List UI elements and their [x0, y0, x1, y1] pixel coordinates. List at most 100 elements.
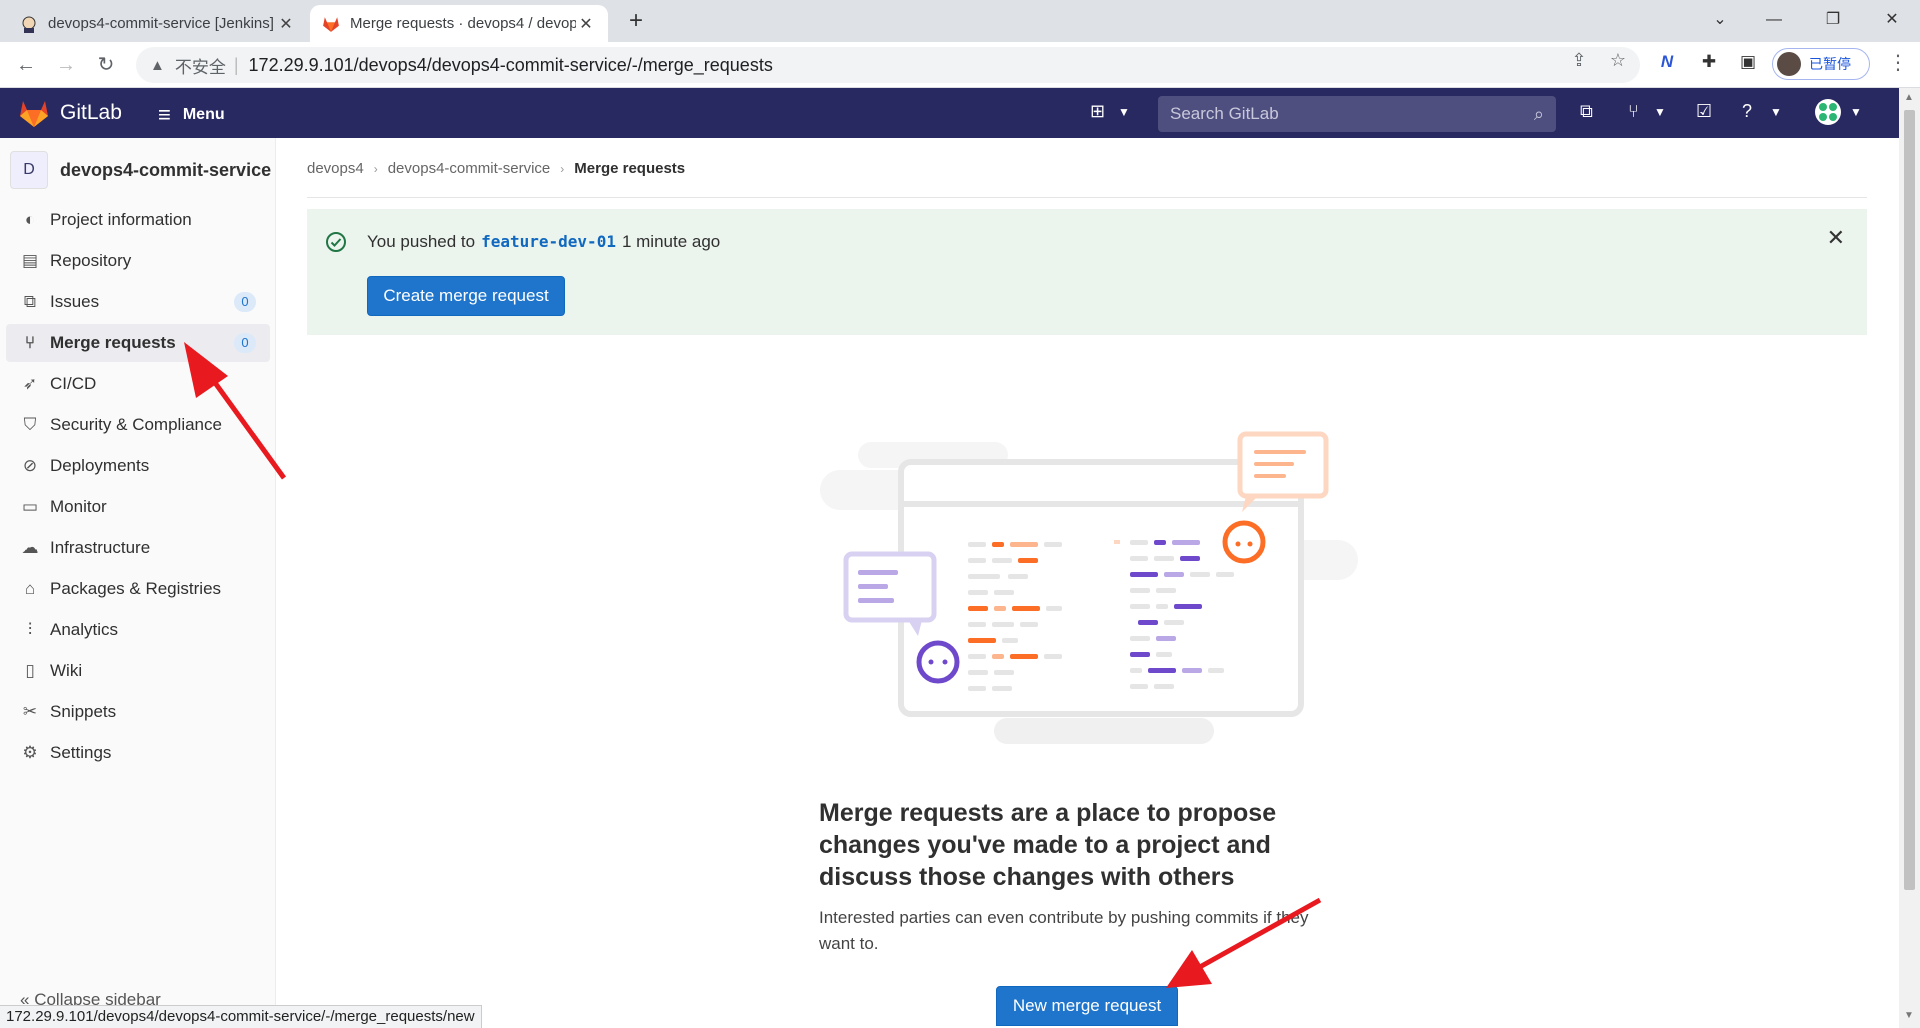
gitlab-logo-icon[interactable]: [18, 98, 50, 128]
close-tab-icon[interactable]: ✕: [276, 14, 296, 34]
close-tab-icon[interactable]: ✕: [576, 14, 596, 34]
sidebar-item-packages-registries[interactable]: ⌂ Packages & Registries: [6, 570, 270, 608]
check-circle-icon: [326, 232, 346, 252]
push-notification-alert: You pushed to feature-dev-01 1 minute ag…: [307, 209, 1867, 335]
create-merge-request-button[interactable]: Create merge request: [367, 276, 565, 316]
search-icon: ⌕: [1533, 103, 1544, 124]
sidebar-item-deployments[interactable]: ⊘ Deployments: [6, 447, 270, 485]
sidebar-item-merge-requests[interactable]: ⑂ Merge requests 0: [6, 324, 270, 362]
sidebar-item-repository[interactable]: ▤ Repository: [6, 242, 270, 280]
search-input[interactable]: Search GitLab ⌕: [1158, 96, 1556, 132]
help-icon[interactable]: ?: [1742, 101, 1752, 122]
sidebar-item-settings[interactable]: ⚙ Settings: [6, 734, 270, 772]
forward-icon[interactable]: →: [52, 51, 80, 79]
gitlab-favicon-icon: [322, 15, 340, 33]
scroll-down-icon[interactable]: ▼: [1904, 1010, 1914, 1021]
scrollbar-thumb[interactable]: [1904, 110, 1915, 890]
scroll-up-icon[interactable]: ▲: [1904, 92, 1914, 103]
monitor-icon: ▭: [21, 497, 39, 516]
window-close-icon[interactable]: ✕: [1872, 6, 1912, 34]
scissors-icon: ✂: [22, 702, 38, 721]
hamburger-icon: ≡: [158, 102, 171, 127]
breadcrumb-link-project[interactable]: devops4-commit-service: [388, 160, 551, 177]
sidebar-item-analytics[interactable]: ⫶ Analytics: [6, 611, 270, 649]
omnibox-separator: |: [233, 54, 239, 75]
shield-icon: ⛉: [23, 415, 37, 434]
cloud-gear-icon: ☁: [21, 538, 39, 557]
breadcrumb: devops4 › devops4-commit-service › Merge…: [307, 160, 685, 177]
count-badge: 0: [234, 333, 256, 353]
book-icon: ▯: [25, 661, 35, 680]
address-bar[interactable]: ▲ 不安全 | 172.29.9.101/devops4/devops4-com…: [136, 47, 1640, 83]
project-icon: ◐: [24, 210, 36, 229]
extensions-puzzle-icon[interactable]: ✚: [1696, 52, 1722, 72]
jenkins-favicon-icon: [20, 15, 38, 33]
empty-state-description: Interested parties can even contribute b…: [819, 908, 1309, 953]
issues-icon[interactable]: ⧉: [1580, 101, 1593, 122]
empty-state-title: Merge requests are a place to propose ch…: [819, 799, 1277, 891]
sidebar-item-security-compliance[interactable]: ⛉ Security & Compliance: [6, 406, 270, 444]
breadcrumb-current[interactable]: Merge requests: [574, 160, 685, 177]
project-sidebar: D devops4-commit-service ◐ Project infor…: [0, 138, 276, 1028]
share-icon[interactable]: ⇪: [1565, 50, 1593, 71]
merge-request-icon: ⑂: [24, 333, 36, 352]
profile-button[interactable]: 已暂停: [1772, 48, 1870, 80]
chevron-down-icon[interactable]: ▼: [1770, 105, 1782, 119]
breadcrumb-link-group[interactable]: devops4: [307, 160, 364, 177]
restore-icon[interactable]: ❐: [1813, 6, 1853, 34]
avatar: [1777, 52, 1801, 76]
warning-icon: ▲: [150, 56, 165, 74]
menu-button[interactable]: ≡ Menu: [158, 102, 225, 128]
gear-icon: ⚙: [22, 743, 38, 762]
sidebar-item-issues[interactable]: ⧉ Issues 0: [6, 283, 270, 321]
issues-icon: ⧉: [23, 292, 37, 311]
todo-icon[interactable]: ☑: [1696, 101, 1712, 122]
minimize-icon[interactable]: —: [1754, 6, 1794, 34]
divider: [307, 197, 1867, 198]
chevron-down-icon[interactable]: ▼: [1654, 105, 1666, 119]
browser-tab-merge-requests[interactable]: Merge requests · devops4 / devops4-commi…: [310, 5, 608, 42]
extension-n-icon[interactable]: N: [1654, 52, 1680, 72]
reload-icon[interactable]: ↻: [92, 51, 120, 79]
project-header[interactable]: D devops4-commit-service: [10, 150, 271, 190]
browser-tabstrip: devops4-commit-service [Jenkins] ✕ Merge…: [0, 0, 1920, 42]
browser-menu-icon[interactable]: ⋮: [1888, 50, 1908, 75]
chevron-right-icon: ›: [560, 161, 565, 176]
back-icon[interactable]: ←: [12, 51, 40, 79]
bookmark-star-icon[interactable]: ☆: [1604, 50, 1632, 71]
sidebar-item-infrastructure[interactable]: ☁ Infrastructure: [6, 529, 270, 567]
sidebar-item-monitor[interactable]: ▭ Monitor: [6, 488, 270, 526]
count-badge: 0: [234, 292, 256, 312]
chart-icon: ⫶: [27, 620, 33, 639]
project-avatar: D: [10, 151, 48, 189]
push-message: You pushed to feature-dev-01 1 minute ag…: [367, 232, 721, 251]
close-icon[interactable]: ✕: [1827, 225, 1845, 251]
chevron-down-icon[interactable]: ▼: [1118, 105, 1130, 119]
plus-icon[interactable]: +: [622, 8, 650, 36]
gitlab-header: GitLab ≡ Menu ⊞ ▼ Search GitLab ⌕ ⧉ ⑂ ▼ …: [0, 88, 1899, 138]
sidebar-item-snippets[interactable]: ✂ Snippets: [6, 693, 270, 731]
doc-icon: ▤: [21, 251, 39, 270]
deployments-icon: ⊘: [22, 456, 38, 475]
link-status-bar: 172.29.9.101/devops4/devops4-commit-serv…: [0, 1005, 482, 1028]
sidebar-item-project-information[interactable]: ◐ Project information: [6, 201, 270, 239]
tab-search-chevron-icon[interactable]: ⌄: [1700, 6, 1740, 34]
project-name: devops4-commit-service: [60, 159, 272, 180]
user-avatar-icon[interactable]: [1814, 98, 1842, 131]
new-item-icon[interactable]: ⊞: [1090, 101, 1105, 122]
rocket-icon: ➶: [22, 374, 38, 393]
gitlab-brand[interactable]: GitLab: [60, 101, 122, 125]
browser-toolbar: ← → ↻ ▲ 不安全 | 172.29.9.101/devops4/devop…: [0, 42, 1920, 88]
chevron-right-icon: ›: [373, 161, 378, 176]
chevron-down-icon[interactable]: ▼: [1850, 105, 1862, 119]
merge-request-icon[interactable]: ⑂: [1628, 101, 1639, 122]
page-scrollbar[interactable]: ▲ ▼: [1899, 88, 1920, 1028]
side-panel-icon[interactable]: ▣: [1735, 52, 1761, 72]
sidebar-item-ci-cd[interactable]: ➶ CI/CD: [6, 365, 270, 403]
sidebar-item-wiki[interactable]: ▯ Wiki: [6, 652, 270, 690]
branch-name[interactable]: feature-dev-01: [481, 232, 616, 251]
insecure-label: 不安全: [174, 57, 226, 77]
new-merge-request-button[interactable]: New merge request: [996, 986, 1178, 1026]
package-icon: ⌂: [24, 579, 36, 598]
browser-tab-jenkins[interactable]: devops4-commit-service [Jenkins] ✕: [8, 5, 308, 42]
